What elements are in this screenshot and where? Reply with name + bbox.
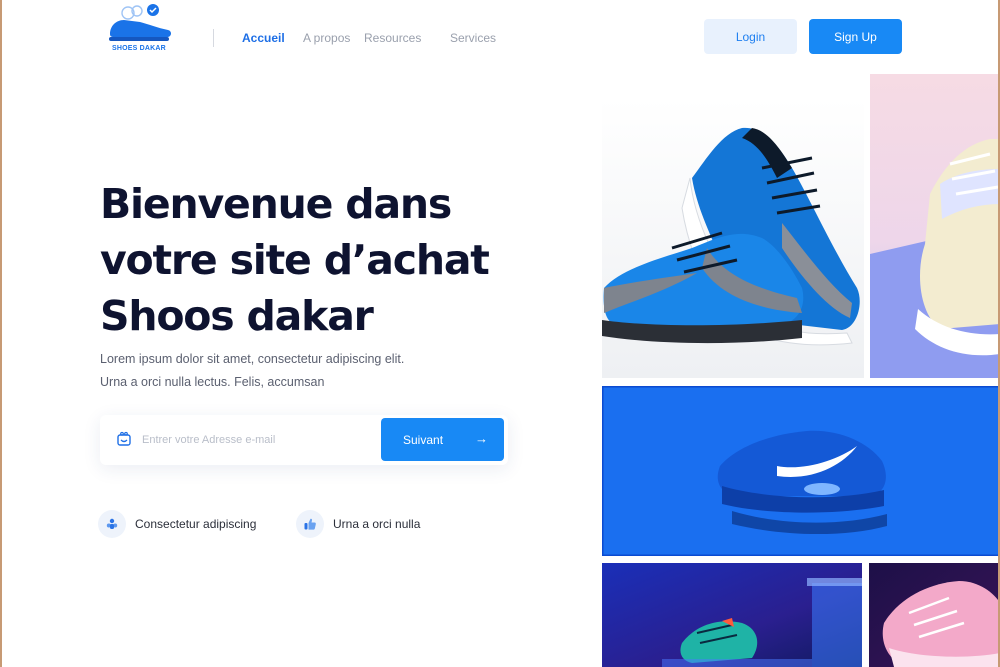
hero-title-line: Shoos dakar bbox=[100, 292, 374, 340]
next-button-label: Suivant bbox=[403, 432, 444, 447]
feature-label: Consectetur adipiscing bbox=[135, 517, 257, 531]
next-button[interactable]: Suivant → bbox=[381, 418, 504, 461]
blue-sneakers-pair-image bbox=[602, 98, 864, 378]
hero-title-line: Bienvenue dans bbox=[100, 180, 452, 228]
feature-label: Urna a orci nulla bbox=[333, 517, 421, 531]
nav-item-services[interactable]: Services bbox=[450, 31, 496, 45]
nav-item-a-propos[interactable]: A propos bbox=[303, 31, 350, 45]
sign-up-button[interactable]: Sign Up bbox=[809, 19, 902, 54]
nav-item-accueil[interactable]: Accueil bbox=[242, 31, 285, 45]
pastel-sneaker-image bbox=[870, 74, 1000, 378]
nav-item-resources[interactable]: Resources bbox=[364, 31, 421, 45]
pink-sneaker-image bbox=[869, 563, 1000, 667]
nav-divider bbox=[213, 29, 214, 47]
login-button[interactable]: Login bbox=[704, 19, 797, 54]
hero-subtitle-line: Urna a orci nulla lectus. Felis, accumsa… bbox=[100, 375, 325, 389]
sneaker-on-display-image bbox=[602, 563, 862, 667]
mail-icon bbox=[116, 431, 132, 447]
group-icon bbox=[98, 510, 126, 538]
blue-nike-sneaker-image bbox=[602, 386, 1000, 556]
hero-subtitle-line: Lorem ipsum dolor sit amet, consectetur … bbox=[100, 352, 405, 366]
feature-item: Urna a orci nulla bbox=[296, 510, 420, 538]
hero-title-line: votre site d’achat bbox=[100, 236, 490, 284]
hero-subtitle: Lorem ipsum dolor sit amet, consectetur … bbox=[100, 348, 520, 394]
feature-item: Consectetur adipiscing bbox=[98, 510, 256, 538]
frame-edge-left bbox=[0, 0, 2, 667]
brand-logo[interactable]: SHOES DAKAR bbox=[104, 2, 176, 58]
sneaker-logo-icon bbox=[109, 4, 171, 41]
hero-title: Bienvenue dans votre site d’achat Shoos … bbox=[100, 176, 570, 344]
brand-name: SHOES DAKAR bbox=[112, 45, 166, 52]
arrow-right-icon: → bbox=[475, 431, 488, 446]
email-input[interactable] bbox=[142, 429, 372, 451]
thumbs-up-icon bbox=[296, 510, 324, 538]
email-signup-form: Suivant → bbox=[100, 415, 508, 465]
